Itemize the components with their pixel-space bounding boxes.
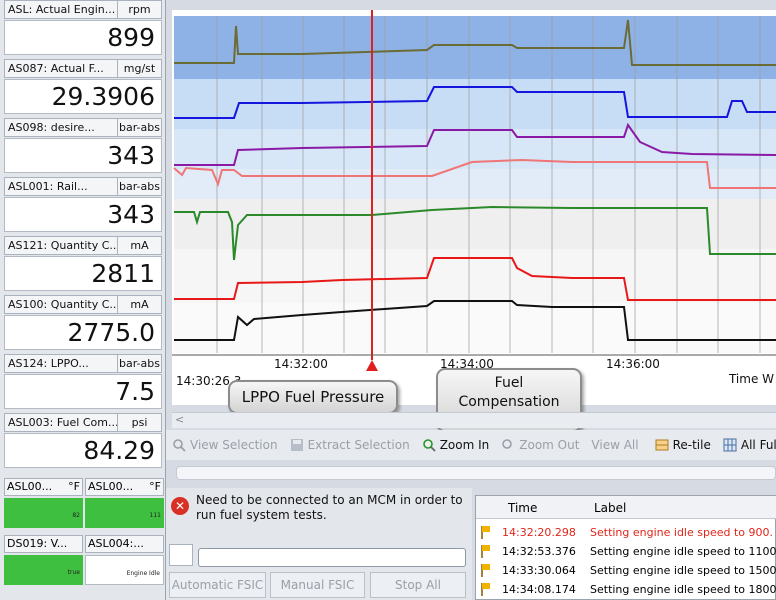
- grid-icon: [723, 438, 737, 452]
- table-row[interactable]: 14:32:20.298 Setting engine idle speed to…: [476, 523, 776, 542]
- view-selection-button[interactable]: View Selection: [166, 438, 284, 452]
- small-gauge-engine-state[interactable]: ASL004:... Engine Idle: [85, 535, 164, 585]
- event-log-table: Time Label 14:32:20.298 Setting engine id…: [475, 495, 776, 600]
- gauge-unit: mA: [118, 295, 162, 314]
- fuel-test-panel: ✕ Need to be connected to an MCM in orde…: [166, 488, 472, 600]
- small-gauge-temp-1[interactable]: ASL00... °F 82: [4, 478, 83, 528]
- gauge-value: 2775.0: [4, 315, 162, 350]
- band-1: [174, 16, 776, 79]
- horizontal-scrollbar[interactable]: <: [172, 412, 776, 428]
- gauge-value: 29.3906: [4, 79, 162, 114]
- small-gauge-name: ASL00... °F: [85, 478, 164, 496]
- band-5: [174, 199, 776, 249]
- column-header-bar: [176, 466, 776, 480]
- band-7: [174, 303, 776, 353]
- gauge-name: AS121: Quantity C...: [4, 236, 118, 255]
- small-gauge-name: ASL00... °F: [4, 478, 83, 496]
- column-header-time[interactable]: Time: [508, 501, 537, 515]
- small-gauge-value: 111: [85, 498, 164, 528]
- gauge-name: AS098: desire...: [4, 118, 118, 137]
- small-gauge-panel: ASL00... °F 82 ASL00... °F 111 DS019: V.…: [0, 475, 166, 600]
- error-message: Need to be connected to an MCM in order …: [196, 493, 463, 522]
- gauge-unit: bar-abs: [118, 177, 162, 196]
- small-gauge-ds019[interactable]: DS019: V... true: [4, 535, 83, 585]
- scroll-left-icon[interactable]: <: [175, 413, 184, 426]
- gauge-name: AS087: Actual F...: [4, 59, 118, 78]
- time-series-plot[interactable]: 14:32:00 14:34:00 14:36:00 14:30:26.3: [172, 10, 776, 405]
- gauge-unit: mg/st: [118, 59, 162, 78]
- fuel-system-monitor-window: ASL: Actual Engin... rpm 899 AS087: Actua…: [0, 0, 776, 600]
- callout-lppo-fuel-pressure: LPPO Fuel Pressure: [228, 380, 398, 414]
- gauge-unit: psi: [118, 413, 162, 432]
- column-header-label[interactable]: Label: [594, 501, 626, 515]
- zoom-in-button[interactable]: Zoom In: [416, 438, 496, 452]
- gauge-name: ASL003: Fuel Com...: [4, 413, 118, 432]
- gauge-quantity-control-1[interactable]: AS121: Quantity C... mA 2811: [4, 236, 162, 293]
- table-row[interactable]: 14:34:08.174 Setting engine idle speed to…: [476, 580, 776, 599]
- retile-button[interactable]: Re-tile: [649, 438, 717, 452]
- gauge-name: AS124: LPPO...: [4, 354, 118, 373]
- table-row[interactable]: 14:32:53.376 Setting engine idle speed to…: [476, 542, 776, 561]
- status-box: [169, 544, 193, 566]
- gauge-name: ASL001: Rail...: [4, 177, 118, 196]
- gauge-value: 899: [4, 20, 162, 55]
- gauge-value: 2811: [4, 256, 162, 291]
- view-all-button[interactable]: View All: [585, 438, 644, 452]
- small-gauge-temp-2[interactable]: ASL00... °F 111: [85, 478, 164, 528]
- table-row[interactable]: 14:33:30.064 Setting engine idle speed to…: [476, 561, 776, 580]
- extract-selection-button[interactable]: Extract Selection: [284, 438, 416, 452]
- gauge-actual-fuel[interactable]: AS087: Actual F... mg/st 29.3906: [4, 59, 162, 116]
- gauge-value: 343: [4, 197, 162, 232]
- manual-fsic-button[interactable]: Manual FSIC: [270, 572, 365, 598]
- band-4: [174, 169, 776, 199]
- event-log-header: Time Label: [476, 496, 776, 519]
- gauge-unit: mA: [118, 236, 162, 255]
- gauge-name: ASL: Actual Engin...: [4, 0, 118, 19]
- chart-area[interactable]: 14:32:00 14:34:00 14:36:00 14:30:26.3 Ti…: [172, 10, 776, 405]
- small-gauge-name: ASL004:...: [85, 535, 164, 553]
- flag-icon: [481, 545, 490, 558]
- flag-icon: [481, 583, 490, 596]
- gauge-lppo[interactable]: AS124: LPPO... bar-abs 7.5: [4, 354, 162, 411]
- magnifier-icon: [173, 439, 186, 452]
- gauge-unit: bar-abs: [118, 118, 162, 137]
- progress-field: [198, 548, 466, 567]
- flag-icon: [481, 564, 490, 577]
- gauge-value: 343: [4, 138, 162, 173]
- stop-all-button[interactable]: Stop All: [370, 572, 466, 598]
- error-icon: ✕: [171, 497, 189, 515]
- all-full-button[interactable]: All Full: [717, 438, 776, 452]
- x-tick-label: 14:36:00: [606, 357, 660, 371]
- gauge-value: 84.29: [4, 433, 162, 468]
- x-axis-title: Time W: [728, 372, 774, 386]
- cursor-marker[interactable]: [366, 360, 378, 371]
- gauge-unit: rpm: [118, 0, 162, 19]
- small-gauge-value: Engine Idle: [85, 555, 164, 585]
- gauge-rail-pressure[interactable]: ASL001: Rail... bar-abs 343: [4, 177, 162, 234]
- gauge-desired-rail[interactable]: AS098: desire... bar-abs 343: [4, 118, 162, 175]
- gauge-unit: bar-abs: [118, 354, 162, 373]
- floppy-icon: [290, 439, 303, 451]
- gauge-quantity-control-2[interactable]: AS100: Quantity C... mA 2775.0: [4, 295, 162, 352]
- gauge-fuel-compensation[interactable]: ASL003: Fuel Com... psi 84.29: [4, 413, 162, 470]
- small-gauge-value: true: [4, 555, 83, 585]
- gauge-name: AS100: Quantity C...: [4, 295, 118, 314]
- zoom-out-icon: [502, 439, 513, 449]
- flag-icon: [481, 526, 490, 539]
- retile-icon: [655, 439, 669, 451]
- x-tick-label: 14:32:00: [274, 357, 328, 371]
- chart-toolbar: View Selection Extract Selection Zoom In…: [166, 430, 776, 460]
- gauge-panel: ASL: Actual Engin... rpm 899 AS087: Actua…: [0, 0, 166, 475]
- small-gauge-name: DS019: V...: [4, 535, 83, 553]
- zoom-in-icon: [422, 439, 436, 452]
- gauge-engine-speed[interactable]: ASL: Actual Engin... rpm 899: [4, 0, 162, 57]
- gauge-value: 7.5: [4, 374, 162, 409]
- automatic-fsic-button[interactable]: Automatic FSIC: [169, 572, 266, 598]
- zoom-out-button[interactable]: Zoom Out: [495, 438, 585, 452]
- small-gauge-value: 82: [4, 498, 83, 528]
